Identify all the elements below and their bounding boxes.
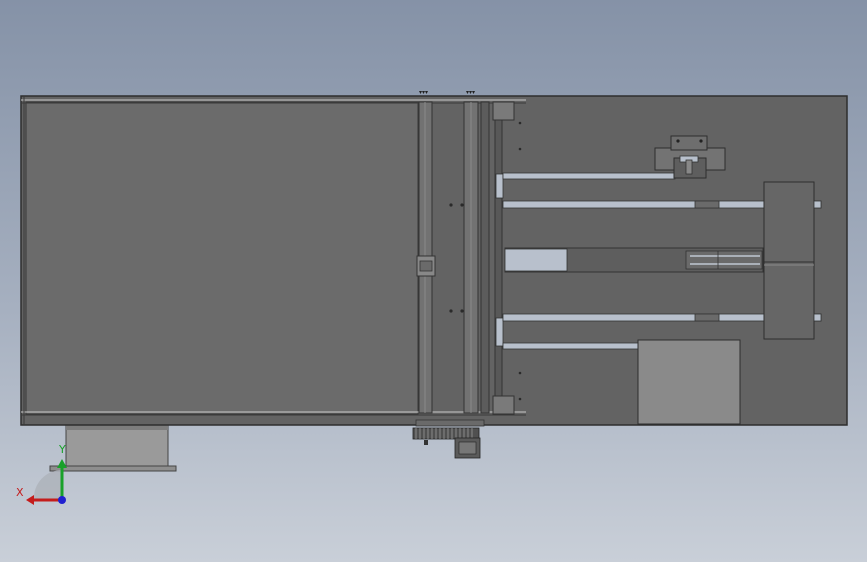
x-axis-arrowhead	[26, 495, 34, 505]
z-axis-dot	[58, 496, 66, 504]
conveyor-assembly-model[interactable]: ▾▾▾ ▾▾▾	[0, 0, 867, 562]
orientation-triad	[26, 459, 67, 505]
roller-right: ▾▾▾	[463, 89, 490, 414]
cross-rail	[494, 119, 504, 397]
svg-text:▾▾▾: ▾▾▾	[419, 89, 428, 96]
x-axis-label: X	[16, 486, 24, 499]
roller-left: ▾▾▾	[416, 89, 436, 414]
motor-block	[763, 181, 822, 340]
svg-text:▾▾▾: ▾▾▾	[466, 89, 475, 96]
gear-drive	[412, 419, 485, 459]
support-stand	[49, 423, 177, 472]
end-bracket-bottom	[492, 395, 515, 415]
cylinder-actuator	[504, 247, 764, 273]
end-bracket-top	[492, 101, 515, 121]
cad-viewport[interactable]: ▾▾▾ ▾▾▾ X Y	[0, 0, 867, 562]
y-axis-label: Y	[59, 443, 66, 456]
electrical-box	[637, 339, 741, 425]
